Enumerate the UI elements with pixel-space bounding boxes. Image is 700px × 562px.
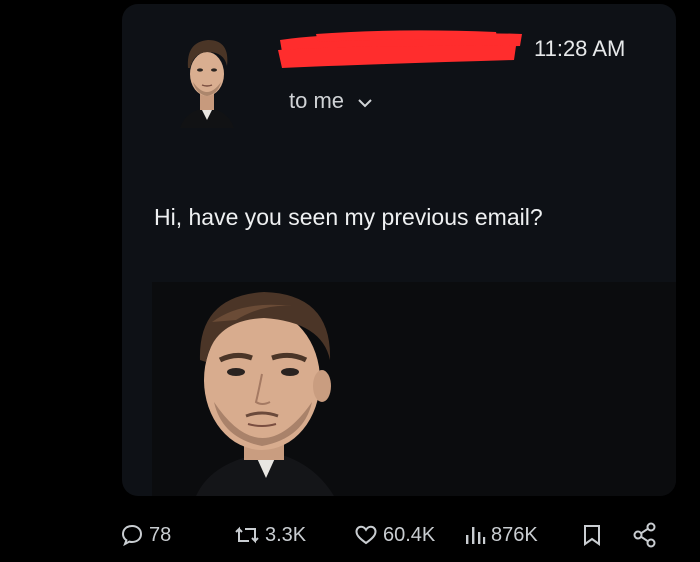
screenshot-page: 11:28 AM to me Hi, have you seen my prev… (0, 0, 700, 562)
sender-avatar[interactable] (174, 28, 240, 128)
email-timestamp: 11:28 AM (534, 36, 626, 61)
post-action-bar: 78 3.3K 60.4K 876K (120, 518, 668, 552)
repost-button[interactable]: 3.3K (234, 518, 306, 552)
email-card: 11:28 AM to me Hi, have you seen my prev… (122, 4, 676, 496)
bookmark-icon (584, 525, 600, 546)
reply-count: 78 (149, 523, 172, 546)
share-icon (633, 522, 656, 548)
reply-button[interactable]: 78 (120, 518, 171, 552)
share-button[interactable] (632, 518, 658, 552)
like-count: 60.4K (383, 523, 436, 546)
attached-portrait-image[interactable] (152, 282, 676, 496)
views-button[interactable]: 876K (464, 518, 538, 552)
recipient-details-toggle[interactable]: to me (289, 88, 372, 114)
email-message-body: Hi, have you seen my previous email? (154, 204, 543, 230)
like-button[interactable]: 60.4K (354, 518, 435, 552)
bookmark-button[interactable] (582, 518, 602, 552)
repost-count: 3.3K (265, 523, 307, 546)
repost-icon (235, 526, 259, 544)
view-count: 876K (491, 523, 538, 546)
redacted-sender-name (276, 26, 526, 70)
views-icon (466, 527, 486, 544)
chevron-down-icon (358, 99, 372, 108)
comment-icon (121, 524, 143, 547)
heart-icon (355, 525, 377, 545)
recipient-label: to me (289, 88, 345, 113)
